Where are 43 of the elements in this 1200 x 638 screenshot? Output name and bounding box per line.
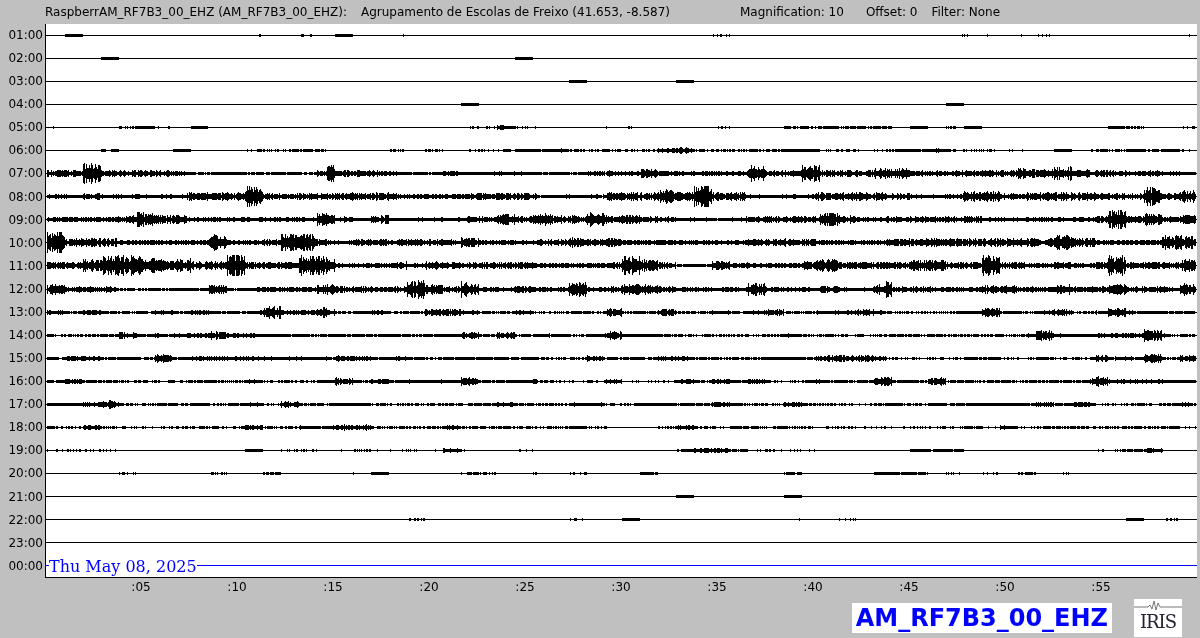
hour-label: 00:00 [7, 557, 44, 575]
hour-label: 19:00 [7, 442, 44, 460]
channel-label: AM_RF7B3_00_EHZ [851, 603, 1112, 633]
hour-label: 17:00 [7, 396, 44, 414]
minute-tick-label: :50 [995, 580, 1015, 594]
hour-label: 07:00 [7, 165, 44, 183]
hour-label: 22:00 [7, 511, 44, 529]
iris-logo: IRIS [1134, 599, 1182, 637]
hour-label: 18:00 [7, 419, 44, 437]
hour-label: 11:00 [7, 257, 44, 275]
minute-tick-label: :25 [515, 580, 535, 594]
filter-label: Filter: None [931, 5, 1001, 19]
hour-label: 05:00 [7, 119, 44, 137]
minute-tick-label: :05 [131, 580, 151, 594]
hour-label: 21:00 [7, 488, 44, 506]
hour-label: 16:00 [7, 373, 44, 391]
hour-label: 02:00 [7, 50, 44, 68]
minute-tick-label: :35 [707, 580, 727, 594]
minute-tick-label: :30 [611, 580, 631, 594]
minute-tick-label: :15 [323, 580, 343, 594]
hour-label: 20:00 [7, 465, 44, 483]
hour-label: 14:00 [7, 327, 44, 344]
minute-tick-label: :40 [803, 580, 823, 594]
minute-tick-label: :55 [1091, 580, 1111, 594]
hour-label: 04:00 [7, 96, 44, 114]
hour-label: 01:00 [7, 27, 44, 44]
hour-label: 12:00 [7, 280, 44, 298]
offset-label: Offset: 0 [865, 5, 918, 19]
hour-label: 15:00 [7, 350, 44, 368]
station-location: Agrupamento de Escolas de Freixo (41.653, -8.587) [361, 5, 670, 19]
minute-tick-label: :10 [227, 580, 247, 594]
minute-tick-label: :45 [899, 580, 919, 594]
date-label: Thu May 08, 2025 [49, 558, 197, 576]
station-name: RaspberrAM_RF7B3_00_EHZ (AM_RF7B3_00_EHZ): [45, 5, 347, 19]
magnification-label: Magnification: 10 [740, 5, 844, 19]
hour-label: 23:00 [7, 534, 44, 552]
hour-label: 13:00 [7, 303, 44, 321]
hour-label: 08:00 [7, 188, 44, 206]
minute-tick-label: :20 [419, 580, 439, 594]
hour-label: 03:00 [7, 73, 44, 91]
hour-label: 06:00 [7, 142, 44, 160]
hour-label: 09:00 [7, 211, 44, 229]
hour-label: 10:00 [7, 234, 44, 252]
